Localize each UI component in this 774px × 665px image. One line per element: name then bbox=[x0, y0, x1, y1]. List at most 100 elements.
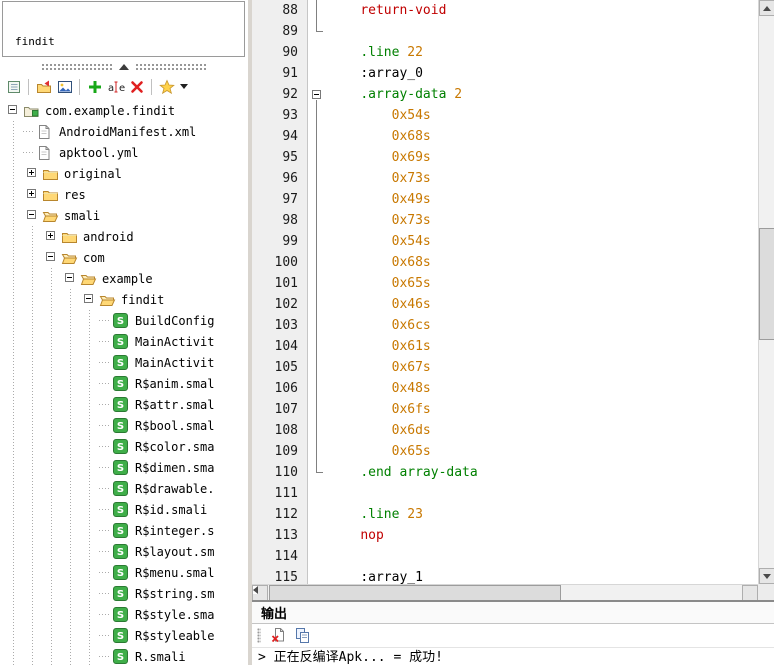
tree-toggle-minus[interactable] bbox=[23, 205, 42, 226]
code-line[interactable]: 115 :array_1 bbox=[252, 567, 758, 584]
code-editor[interactable]: 88 return-void 89 90 .line 22 91 :array_0 92… bbox=[252, 0, 758, 584]
tree-item[interactable]: apktool.yml bbox=[0, 142, 248, 163]
tree-toggle-minus[interactable] bbox=[80, 289, 99, 310]
fold-margin bbox=[308, 315, 326, 336]
tree-indent-guide bbox=[61, 646, 80, 665]
code-line[interactable]: 104 0x61s bbox=[252, 336, 758, 357]
fold-margin bbox=[308, 483, 326, 504]
code-line[interactable]: 108 0x6ds bbox=[252, 420, 758, 441]
tree-item[interactable]: com bbox=[0, 247, 248, 268]
add-file-icon[interactable] bbox=[85, 77, 104, 96]
code-line[interactable]: 114 bbox=[252, 546, 758, 567]
tree-item[interactable]: S R$attr.smal bbox=[0, 394, 248, 415]
tree-item[interactable]: S R$style.sma bbox=[0, 604, 248, 625]
tree-indent-guide bbox=[4, 415, 23, 436]
code-line[interactable]: 89 bbox=[252, 21, 758, 42]
code-line[interactable]: 113 nop bbox=[252, 525, 758, 546]
tree-toggle-plus[interactable] bbox=[23, 184, 42, 205]
fold-margin bbox=[308, 273, 326, 294]
code-line[interactable]: 88 return-void bbox=[252, 0, 758, 21]
tree-item[interactable]: S MainActivit bbox=[0, 352, 248, 373]
tree-indent-guide bbox=[42, 310, 61, 331]
tree-item[interactable]: original bbox=[0, 163, 248, 184]
tree-item[interactable]: AndroidManifest.xml bbox=[0, 121, 248, 142]
tree-item[interactable]: example bbox=[0, 268, 248, 289]
tree-indent-guide bbox=[23, 520, 42, 541]
collapse-splitter[interactable] bbox=[0, 60, 248, 73]
code-line[interactable]: 112 .line 23 bbox=[252, 504, 758, 525]
dropdown-arrow-icon[interactable] bbox=[178, 77, 189, 96]
fold-toggle[interactable] bbox=[308, 84, 326, 105]
code-line[interactable]: 99 0x54s bbox=[252, 231, 758, 252]
tree-item[interactable]: android bbox=[0, 226, 248, 247]
tree-item[interactable]: smali bbox=[0, 205, 248, 226]
tree-item[interactable]: S R.smali bbox=[0, 646, 248, 665]
tree-item[interactable]: res bbox=[0, 184, 248, 205]
tree-item[interactable]: findit bbox=[0, 289, 248, 310]
copy-output-icon[interactable] bbox=[294, 627, 311, 644]
output-lines[interactable]: > 正在反编译Apk... = 成功! bbox=[252, 648, 774, 665]
scroll-right-button[interactable] bbox=[742, 585, 758, 601]
code-line[interactable]: 95 0x69s bbox=[252, 147, 758, 168]
scroll-up-button[interactable] bbox=[759, 0, 774, 16]
toolbar-grip[interactable] bbox=[257, 628, 261, 643]
tree-toggle-minus[interactable] bbox=[61, 268, 80, 289]
tree-item[interactable]: S R$color.sma bbox=[0, 436, 248, 457]
scroll-left-button[interactable] bbox=[252, 585, 268, 601]
vertical-scrollbar[interactable] bbox=[758, 0, 774, 584]
code-line[interactable]: 109 0x65s bbox=[252, 441, 758, 462]
editor-area: 88 return-void 89 90 .line 22 91 :array_0 92… bbox=[252, 0, 774, 584]
tree-item[interactable]: S R$styleable bbox=[0, 625, 248, 646]
tree-item[interactable]: S R$id.smali bbox=[0, 499, 248, 520]
favorites-star-icon[interactable] bbox=[157, 77, 176, 96]
smali-icon: S bbox=[113, 436, 132, 457]
tree-item[interactable]: S R$integer.s bbox=[0, 520, 248, 541]
code-line[interactable]: 103 0x6cs bbox=[252, 315, 758, 336]
tree-item[interactable]: S MainActivit bbox=[0, 331, 248, 352]
tree-item[interactable]: com.example.findit bbox=[0, 100, 248, 121]
code-line[interactable]: 107 0x6fs bbox=[252, 399, 758, 420]
tree-item[interactable]: S R$drawable. bbox=[0, 478, 248, 499]
code-line[interactable]: 94 0x68s bbox=[252, 126, 758, 147]
code-line[interactable]: 102 0x46s bbox=[252, 294, 758, 315]
code-line[interactable]: 106 0x48s bbox=[252, 378, 758, 399]
code-line[interactable]: 97 0x49s bbox=[252, 189, 758, 210]
code-line[interactable]: 100 0x68s bbox=[252, 252, 758, 273]
notebook-icon[interactable] bbox=[4, 77, 23, 96]
code-line[interactable]: 90 .line 22 bbox=[252, 42, 758, 63]
delete-file-icon[interactable] bbox=[127, 77, 146, 96]
tree-item[interactable]: S R$menu.smal bbox=[0, 562, 248, 583]
tree-connector bbox=[99, 625, 113, 646]
scroll-down-button[interactable] bbox=[759, 568, 774, 584]
splitter-dots bbox=[41, 63, 113, 70]
tree-item[interactable]: S R$anim.smal bbox=[0, 373, 248, 394]
code-line[interactable]: 111 bbox=[252, 483, 758, 504]
tree-item[interactable]: S R$dimen.sma bbox=[0, 457, 248, 478]
code-line[interactable]: 92 .array-data 2 bbox=[252, 84, 758, 105]
code-line[interactable]: 93 0x54s bbox=[252, 105, 758, 126]
code-line[interactable]: 91 :array_0 bbox=[252, 63, 758, 84]
clear-output-icon[interactable] bbox=[270, 627, 287, 644]
tree-item[interactable]: S BuildConfig bbox=[0, 310, 248, 331]
vertical-scrollbar-thumb[interactable] bbox=[759, 228, 774, 340]
tree-item[interactable]: S R$bool.smal bbox=[0, 415, 248, 436]
rename-icon[interactable]: ae bbox=[106, 77, 125, 96]
code-line[interactable]: 98 0x73s bbox=[252, 210, 758, 231]
code-line[interactable]: 105 0x67s bbox=[252, 357, 758, 378]
code-line[interactable]: 101 0x65s bbox=[252, 273, 758, 294]
tree-toggle-minus[interactable] bbox=[42, 247, 61, 268]
image-viewer-icon[interactable] bbox=[55, 77, 74, 96]
tree-item[interactable]: S R$layout.sm bbox=[0, 541, 248, 562]
tree-indent-guide bbox=[23, 373, 42, 394]
tree-item[interactable]: S R$string.sm bbox=[0, 583, 248, 604]
tree-toggle-minus[interactable] bbox=[4, 100, 23, 121]
tree-toggle-plus[interactable] bbox=[23, 163, 42, 184]
open-apk-icon[interactable] bbox=[34, 77, 53, 96]
code-line[interactable]: 96 0x73s bbox=[252, 168, 758, 189]
horizontal-scrollbar-thumb[interactable] bbox=[269, 585, 561, 601]
collapse-arrow-icon[interactable] bbox=[119, 63, 129, 70]
horizontal-scrollbar[interactable] bbox=[252, 584, 758, 601]
tree-toggle-plus[interactable] bbox=[42, 226, 61, 247]
tree-indent-guide bbox=[80, 583, 99, 604]
code-line[interactable]: 110 .end array-data bbox=[252, 462, 758, 483]
